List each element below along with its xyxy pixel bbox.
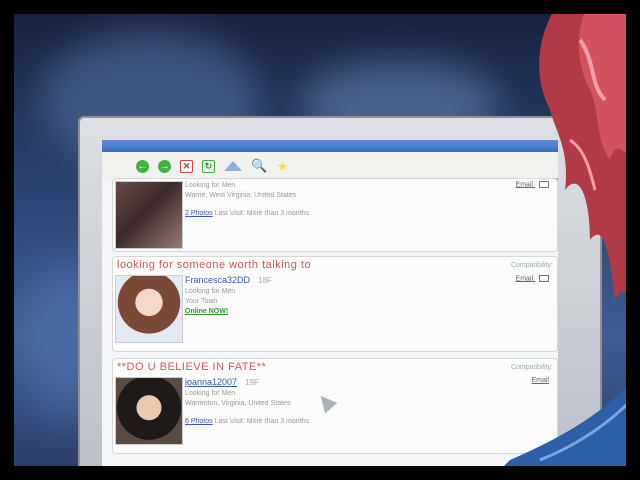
scene: ← → ✕ ↻ 🔍 ★ Looking for Men Warne, West …	[0, 0, 640, 480]
profile-info: Francesca32DD 18F Looking for Men Your T…	[185, 275, 272, 317]
profile-age: 18F	[257, 276, 272, 285]
anime-character-hair	[539, 0, 640, 320]
looking-for: Looking for Men	[185, 182, 236, 189]
profile-card: Looking for Men Warne, West Virginia, Un…	[112, 178, 558, 252]
back-icon[interactable]: ←	[136, 159, 149, 173]
bottom-letterbox	[0, 466, 640, 480]
online-now-link[interactable]: Online NOW!	[185, 308, 228, 315]
profile-age: 19F	[245, 378, 259, 387]
profile-username[interactable]: Francesca32DD	[185, 275, 250, 285]
location: Your Town	[185, 298, 218, 305]
anime-character-shoulder	[490, 372, 640, 480]
browser-titlebar	[102, 140, 558, 152]
browser-toolbar: ← → ✕ ↻ 🔍 ★	[102, 152, 558, 180]
forward-icon[interactable]: →	[158, 159, 171, 173]
favorites-icon[interactable]: ★	[276, 158, 289, 175]
profile-username[interactable]: joanna12007	[185, 377, 237, 387]
search-icon[interactable]: 🔍	[251, 158, 267, 174]
profile-info: joanna12007 19F Looking for Men Warrento…	[185, 377, 309, 427]
profile-card: looking for someone worth talking to Com…	[112, 256, 558, 352]
location: Warne, West Virginia, United States	[185, 192, 297, 199]
location: Warrenton, Virginia, United States	[185, 400, 291, 407]
stop-icon[interactable]: ✕	[180, 159, 193, 173]
profile-info: Looking for Men Warne, West Virginia, Un…	[185, 181, 309, 219]
looking-for: Looking for Men	[185, 390, 236, 397]
refresh-icon[interactable]: ↻	[202, 159, 215, 173]
profile-card-body: Francesca32DD 18F Looking for Men Your T…	[113, 273, 557, 343]
home-icon[interactable]	[224, 161, 242, 171]
profile-photo[interactable]	[115, 181, 183, 249]
profile-photo[interactable]	[115, 275, 183, 343]
profile-card-header: looking for someone worth talking to Com…	[113, 257, 557, 273]
profile-card-body: Looking for Men Warne, West Virginia, Un…	[113, 179, 557, 249]
looking-for: Looking for Men	[185, 288, 236, 295]
profile-headline[interactable]: looking for someone worth talking to	[117, 259, 311, 271]
photos-link[interactable]: 6 Photos	[185, 418, 213, 425]
last-visit: Last Visit: More than 3 months	[214, 418, 310, 425]
photos-link[interactable]: 2 Photos	[185, 210, 213, 217]
profile-headline[interactable]: **DO U BELIEVE IN FATE**	[117, 361, 266, 373]
profile-photo[interactable]	[115, 377, 183, 445]
last-visit: Last Visit: More than 3 months	[214, 210, 310, 217]
